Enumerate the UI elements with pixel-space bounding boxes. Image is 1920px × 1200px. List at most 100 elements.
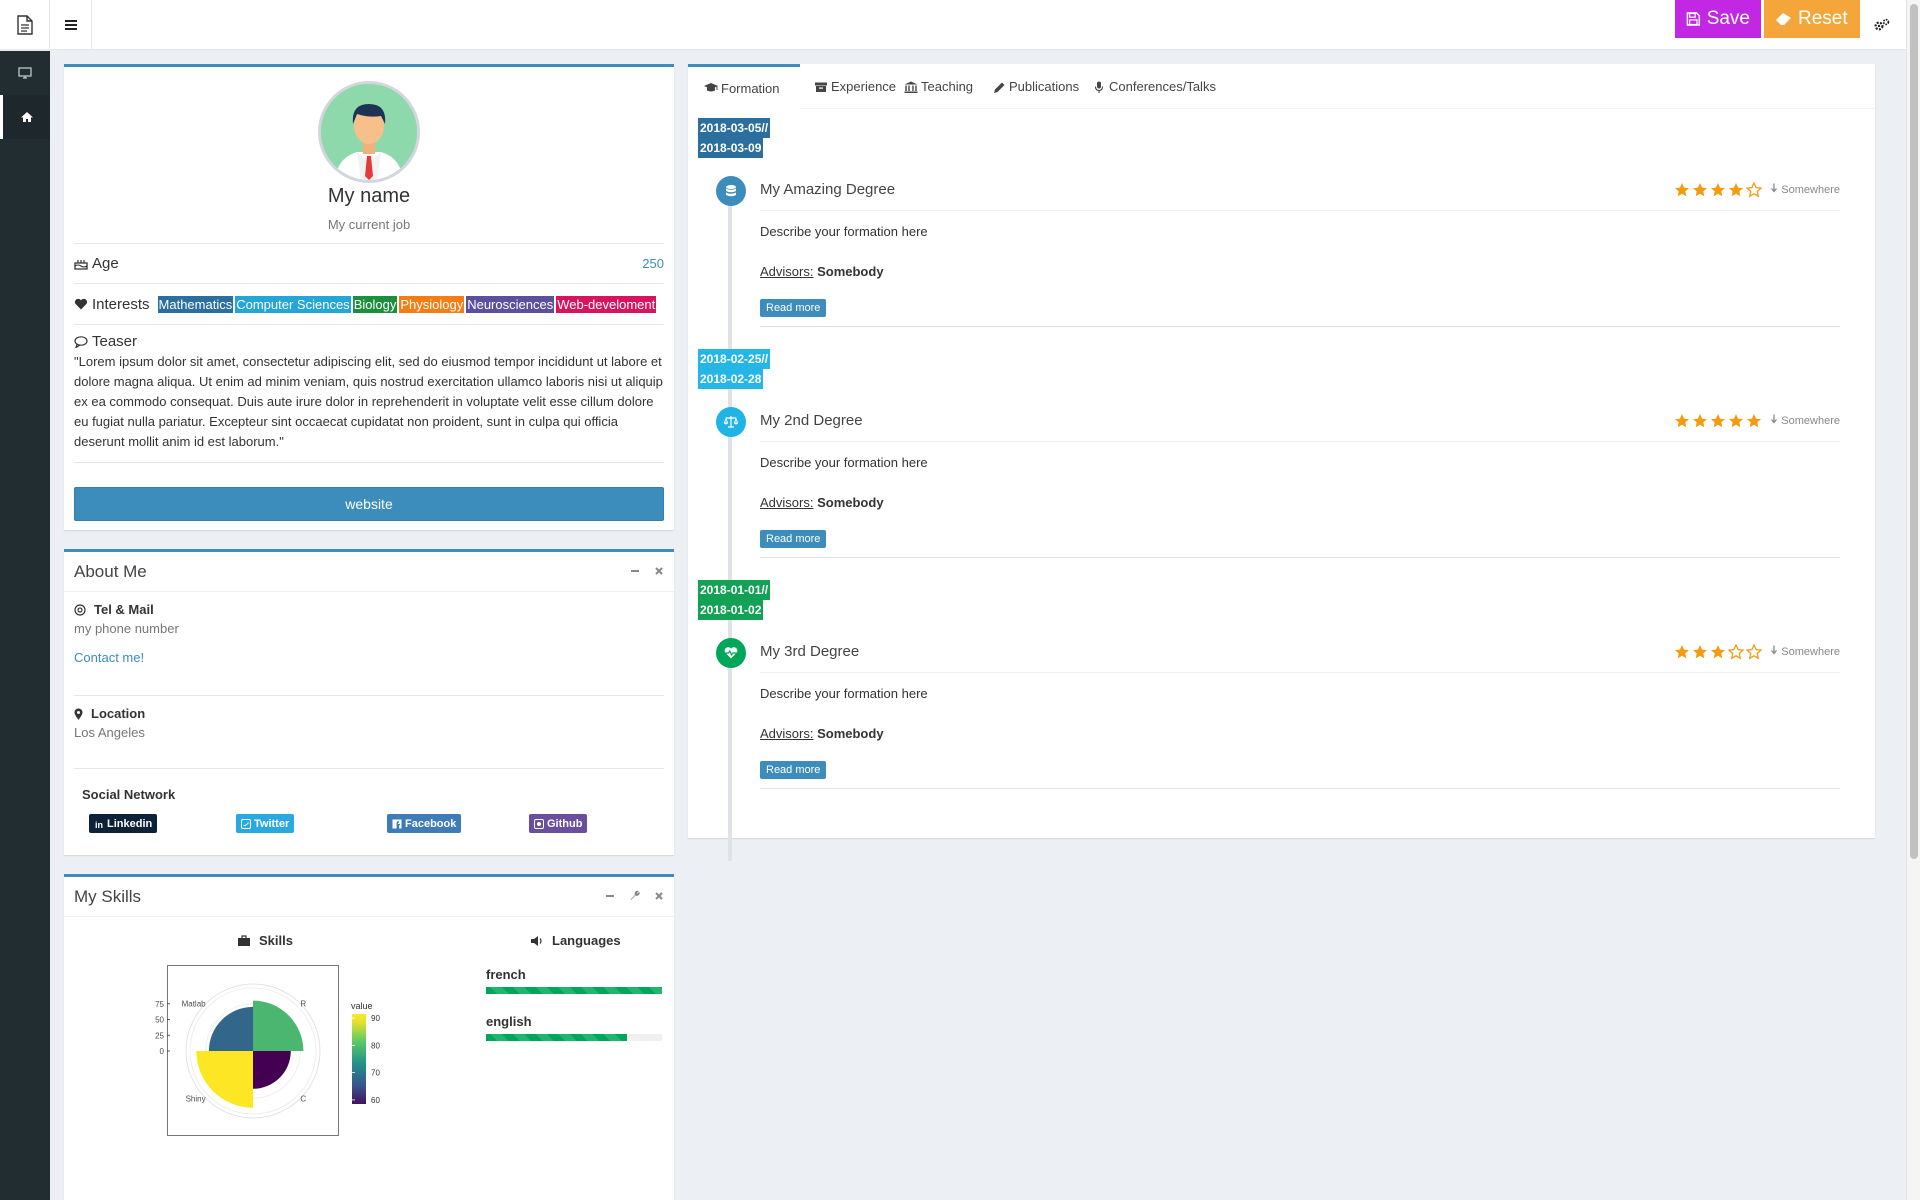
close-icon [655,567,663,575]
graduation-cap-icon [704,83,718,92]
star-filled-icon [1675,413,1690,427]
age-label-wrap: Age [74,255,119,272]
timeline-advisors: Advisors: Somebody [760,264,1840,279]
interest-tag: Biology [352,295,398,313]
close-button[interactable] [654,564,664,579]
star-filled-icon [1729,413,1744,427]
sidebar-item-home[interactable] [0,95,50,139]
about-header: About Me [64,552,674,592]
social-github-button[interactable]: Github [529,814,588,833]
star-filled-icon [1729,182,1744,196]
tab-formation[interactable]: Formation [688,64,800,109]
rating-stars: Somewhere [1674,181,1840,198]
chart-category-label: R [300,1000,306,1009]
read-more-button[interactable]: Read more [760,530,827,548]
star-filled-icon [1675,182,1690,196]
institution-icon [904,81,918,93]
social-linkedin-button[interactable]: in Linkedin [89,814,158,833]
star-filled-icon [1693,413,1708,427]
timeline-advisors: Advisors: Somebody [760,495,1840,510]
timeline-item-header: My 3rd Degree Somewhere [760,631,1840,673]
star-filled-icon [1711,413,1726,427]
legend-tick-label: 60 [371,1096,380,1105]
interest-tag: Mathematics [157,295,234,313]
teaser-text: "Lorem ipsum dolor sit amet, consectetur… [74,354,663,449]
gears-icon [1874,18,1890,31]
user-avatar-icon [321,84,417,180]
location-label: Location [91,706,146,721]
timeline-description: Describe your formation here [760,686,928,701]
microphone-icon [1094,81,1104,93]
language-name: english [486,1014,532,1029]
read-more-wrap: Read more [760,741,1840,788]
timeline-icon [716,638,746,668]
collapse-button[interactable] [605,889,615,904]
tab-teaching[interactable]: Teaching [892,64,973,109]
skills-box: My Skills Skills Languages R C Shiny Matlab… [64,874,674,1200]
contact-title-wrap: Tel & Mail [74,602,664,617]
read-more-button[interactable]: Read more [760,761,827,779]
reset-label: Reset [1798,8,1848,29]
timeline-location-text: Somewhere [1781,646,1840,658]
interest-tag: Computer Sciences [235,295,351,313]
timeline-item-header: My 2nd Degree Somewhere [760,400,1840,442]
social-facebook-button[interactable]: Facebook [387,814,462,833]
facebook-icon [392,819,402,829]
social-label: Twitter [254,817,290,830]
heartbeat-icon [724,647,738,659]
interests-row: Interests Mathematics Computer Sciences Bi… [74,283,664,324]
tab-label: Conferences/Talks [1109,79,1216,94]
contact-link[interactable]: Contact me! [74,650,664,665]
contact-section: Tel & Mail my phone number Contact me! [74,592,664,696]
tab-label: Publications [1009,79,1080,94]
desktop-icon [18,67,32,79]
timeline-location-text: Somewhere [1781,415,1840,427]
skills-tools [605,889,664,904]
read-more-button[interactable]: Read more [760,299,827,317]
legend-tick-label: 80 [371,1041,380,1050]
tab-publications[interactable]: Publications [980,64,1079,109]
timeline-item: My 2nd Degree Somewhere Describe your form… [760,400,1840,558]
save-button[interactable]: Save [1675,0,1761,38]
scrollbar-thumb[interactable] [1910,4,1918,859]
timeline-description: Describe your formation here [760,455,928,470]
language-progress-bar [486,987,662,994]
app-logo[interactable] [0,0,50,50]
website-button[interactable]: website [74,487,664,521]
skills-legend: value 90 80 70 60 [351,1001,380,1105]
language-name: french [486,967,526,982]
tab-conferences-talks[interactable]: Conferences/Talks [1080,64,1216,109]
location-arrow-icon [1771,414,1778,424]
social-twitter-button[interactable]: Twitter [236,814,295,833]
minus-icon [631,570,639,572]
about-box: About Me Tel & Mail my phone number Cont… [64,549,674,855]
timeline-item: My Amazing Degree Somewhere Describe your … [760,169,1840,327]
formation-tabs-box: Formation Experience Teaching Publications C… [688,64,1875,861]
close-button[interactable] [654,889,664,904]
reset-button[interactable]: Reset [1764,0,1860,38]
tab-label: Formation [721,80,780,96]
sidebar-toggle-button[interactable] [50,0,92,50]
sidebar-item-desktop[interactable] [0,51,50,95]
page-scrollbar[interactable] [1906,0,1920,1200]
linkedin-icon: in [95,820,103,829]
timeline-icon [716,407,746,437]
birthday-cake-icon [74,260,88,270]
close-icon [655,892,663,900]
social-network-label: Social Network [82,787,176,802]
social-label: Github [547,817,583,830]
collapse-button[interactable] [630,564,640,579]
timeline-location: Somewhere [1770,183,1840,196]
rating-stars: Somewhere [1674,413,1840,429]
social-links: in Linkedin Twitter Facebook Github [64,814,674,836]
teaser-label: Teaser [92,333,138,350]
settings-wrench-button[interactable] [629,889,640,904]
star-empty-icon [1746,181,1763,198]
tab-experience[interactable]: Experience [802,64,896,109]
eraser-icon [1776,13,1791,25]
languages-heading: Languages [530,933,621,948]
profile-details: Age 250 Interests Mathematics Computer Sc… [74,243,664,463]
skills-label: Skills [259,933,293,948]
chart-category-label: Shiny [186,1094,206,1103]
settings-button[interactable] [1866,12,1898,38]
